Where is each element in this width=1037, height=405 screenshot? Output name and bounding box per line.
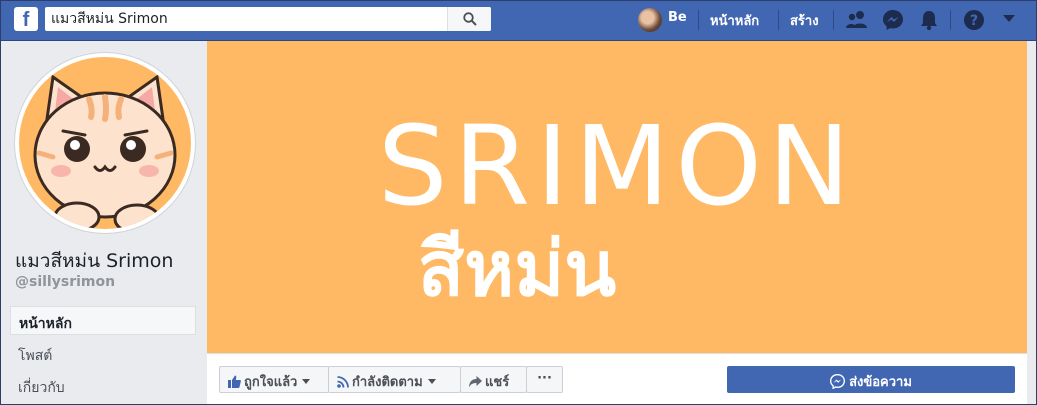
search-input[interactable] xyxy=(45,7,457,31)
cover-photo[interactable]: SRIMON สีหม่น xyxy=(207,41,1027,353)
facebook-logo-icon[interactable]: f xyxy=(14,7,38,31)
sidebar-item-posts[interactable]: โพสต์ xyxy=(10,339,196,368)
chevron-down-icon xyxy=(427,379,436,384)
create-link[interactable]: สร้าง xyxy=(790,10,819,31)
divider xyxy=(833,10,834,30)
chevron-down-icon xyxy=(302,379,311,384)
send-message-label: ส่งข้อความ xyxy=(849,375,912,390)
thumbs-up-icon xyxy=(228,375,241,388)
page-username[interactable]: @sillysrimon xyxy=(15,274,115,290)
search-box xyxy=(45,7,491,31)
page-action-bar: ถูกใจแล้ว กำลังติดตาม แชร์ ··· ส่งข้อควา… xyxy=(207,353,1027,405)
search-button[interactable] xyxy=(447,7,491,31)
chevron-down-icon[interactable] xyxy=(1003,14,1015,24)
search-icon xyxy=(463,12,477,26)
liked-button-label: ถูกใจแล้ว xyxy=(244,375,298,390)
more-options-icon: ··· xyxy=(537,371,552,386)
send-message-button[interactable]: ส่งข้อความ xyxy=(727,366,1015,393)
help-icon[interactable]: ? xyxy=(963,9,985,31)
divider xyxy=(778,10,779,30)
share-arrow-icon xyxy=(469,376,482,388)
messenger-icon[interactable] xyxy=(882,9,904,31)
messenger-icon xyxy=(830,374,846,389)
more-options-button[interactable]: ··· xyxy=(526,366,563,393)
page-title: แมวสีหม่น Srimon xyxy=(15,250,174,272)
profile-link[interactable]: Be xyxy=(668,10,687,25)
cat-avatar-icon xyxy=(19,57,191,229)
rss-icon xyxy=(337,376,349,388)
top-navigation-bar: f Be หน้าหลัก สร้าง ? xyxy=(0,0,1037,41)
liked-button[interactable]: ถูกใจแล้ว xyxy=(219,366,329,393)
friends-icon[interactable] xyxy=(845,9,869,31)
cover-title-text: SRIMON xyxy=(377,102,857,230)
sidebar-item-home[interactable]: หน้าหลัก xyxy=(10,306,196,335)
page-profile-picture[interactable] xyxy=(15,53,195,233)
svg-text:?: ? xyxy=(970,13,978,29)
divider xyxy=(698,10,699,30)
user-avatar[interactable] xyxy=(638,8,662,32)
following-button[interactable]: กำลังติดตาม xyxy=(328,366,461,393)
share-button-label: แชร์ xyxy=(485,375,510,390)
following-button-label: กำลังติดตาม xyxy=(352,375,423,390)
divider xyxy=(950,10,951,30)
sidebar-item-about[interactable]: เกี่ยวกับ xyxy=(10,371,196,400)
home-link[interactable]: หน้าหลัก xyxy=(710,10,759,31)
share-button[interactable]: แชร์ xyxy=(460,366,527,393)
cover-subtitle-text: สีหม่น xyxy=(417,224,617,313)
notifications-icon[interactable] xyxy=(918,9,940,31)
